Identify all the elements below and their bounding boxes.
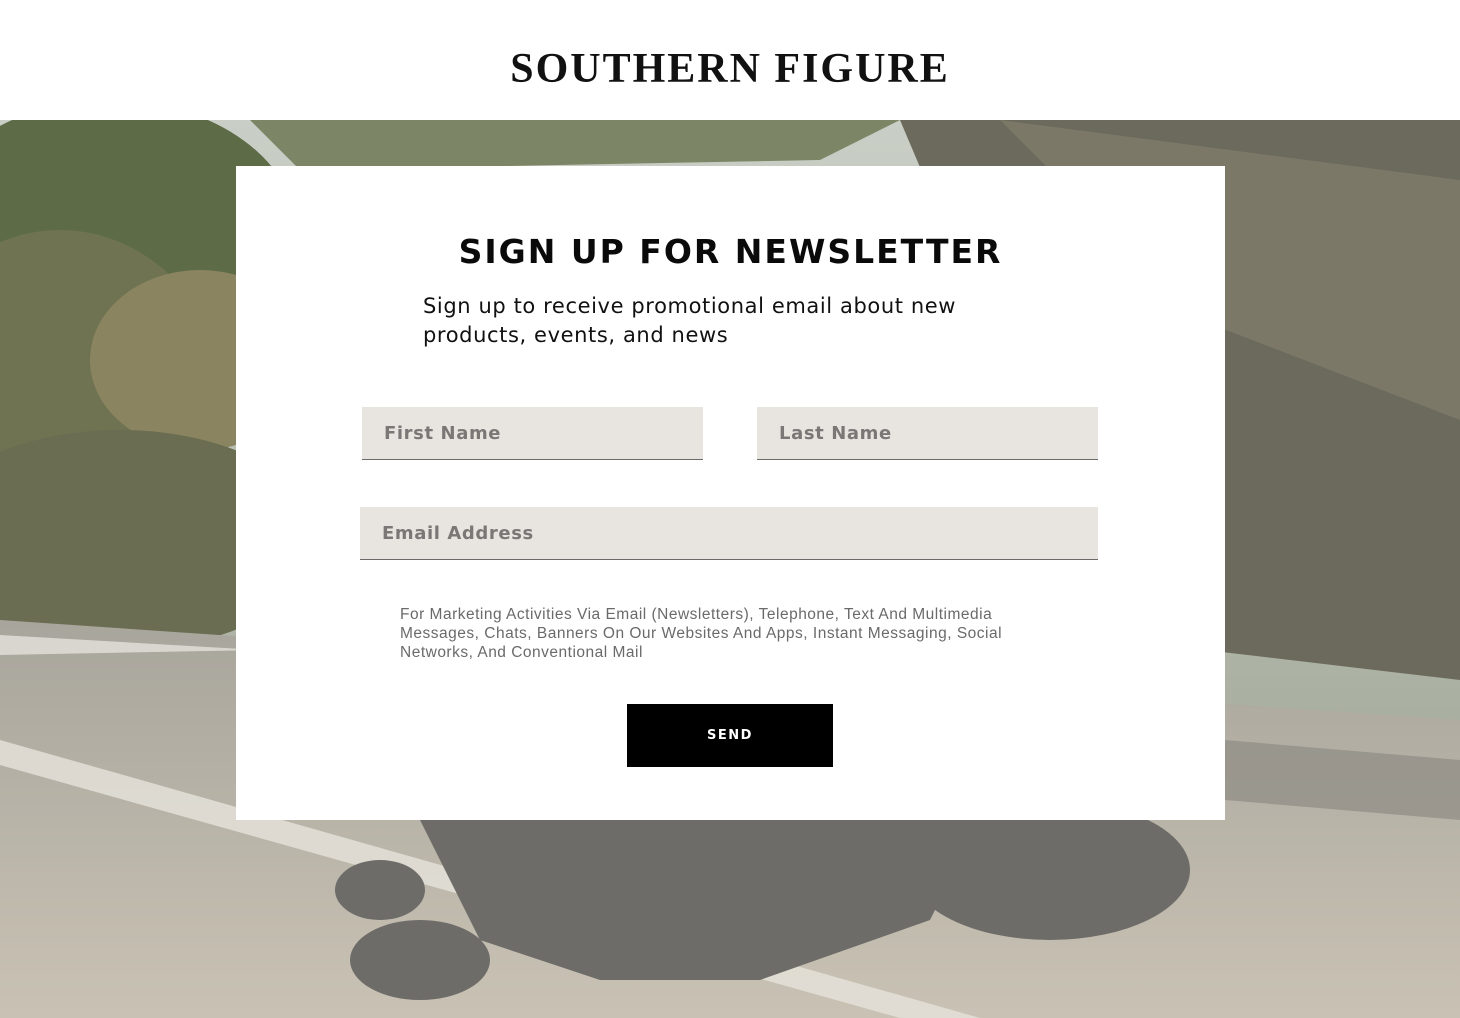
email-field[interactable] xyxy=(360,507,1098,560)
site-header: SOUTHERN FIGURE xyxy=(0,0,1460,120)
first-name-field[interactable] xyxy=(362,407,703,460)
newsletter-signup-card: SIGN UP FOR NEWSLETTER Sign up to receiv… xyxy=(236,166,1225,820)
marketing-consent-text: For Marketing Activities Via Email (News… xyxy=(400,606,1003,661)
send-button[interactable]: SEND xyxy=(627,704,833,767)
newsletter-title: SIGN UP FOR NEWSLETTER xyxy=(458,232,1003,271)
brand-logo[interactable]: SOUTHERN FIGURE xyxy=(0,44,1460,94)
newsletter-subtitle: Sign up to receive promotional email abo… xyxy=(423,294,957,347)
last-name-field[interactable] xyxy=(757,407,1098,460)
